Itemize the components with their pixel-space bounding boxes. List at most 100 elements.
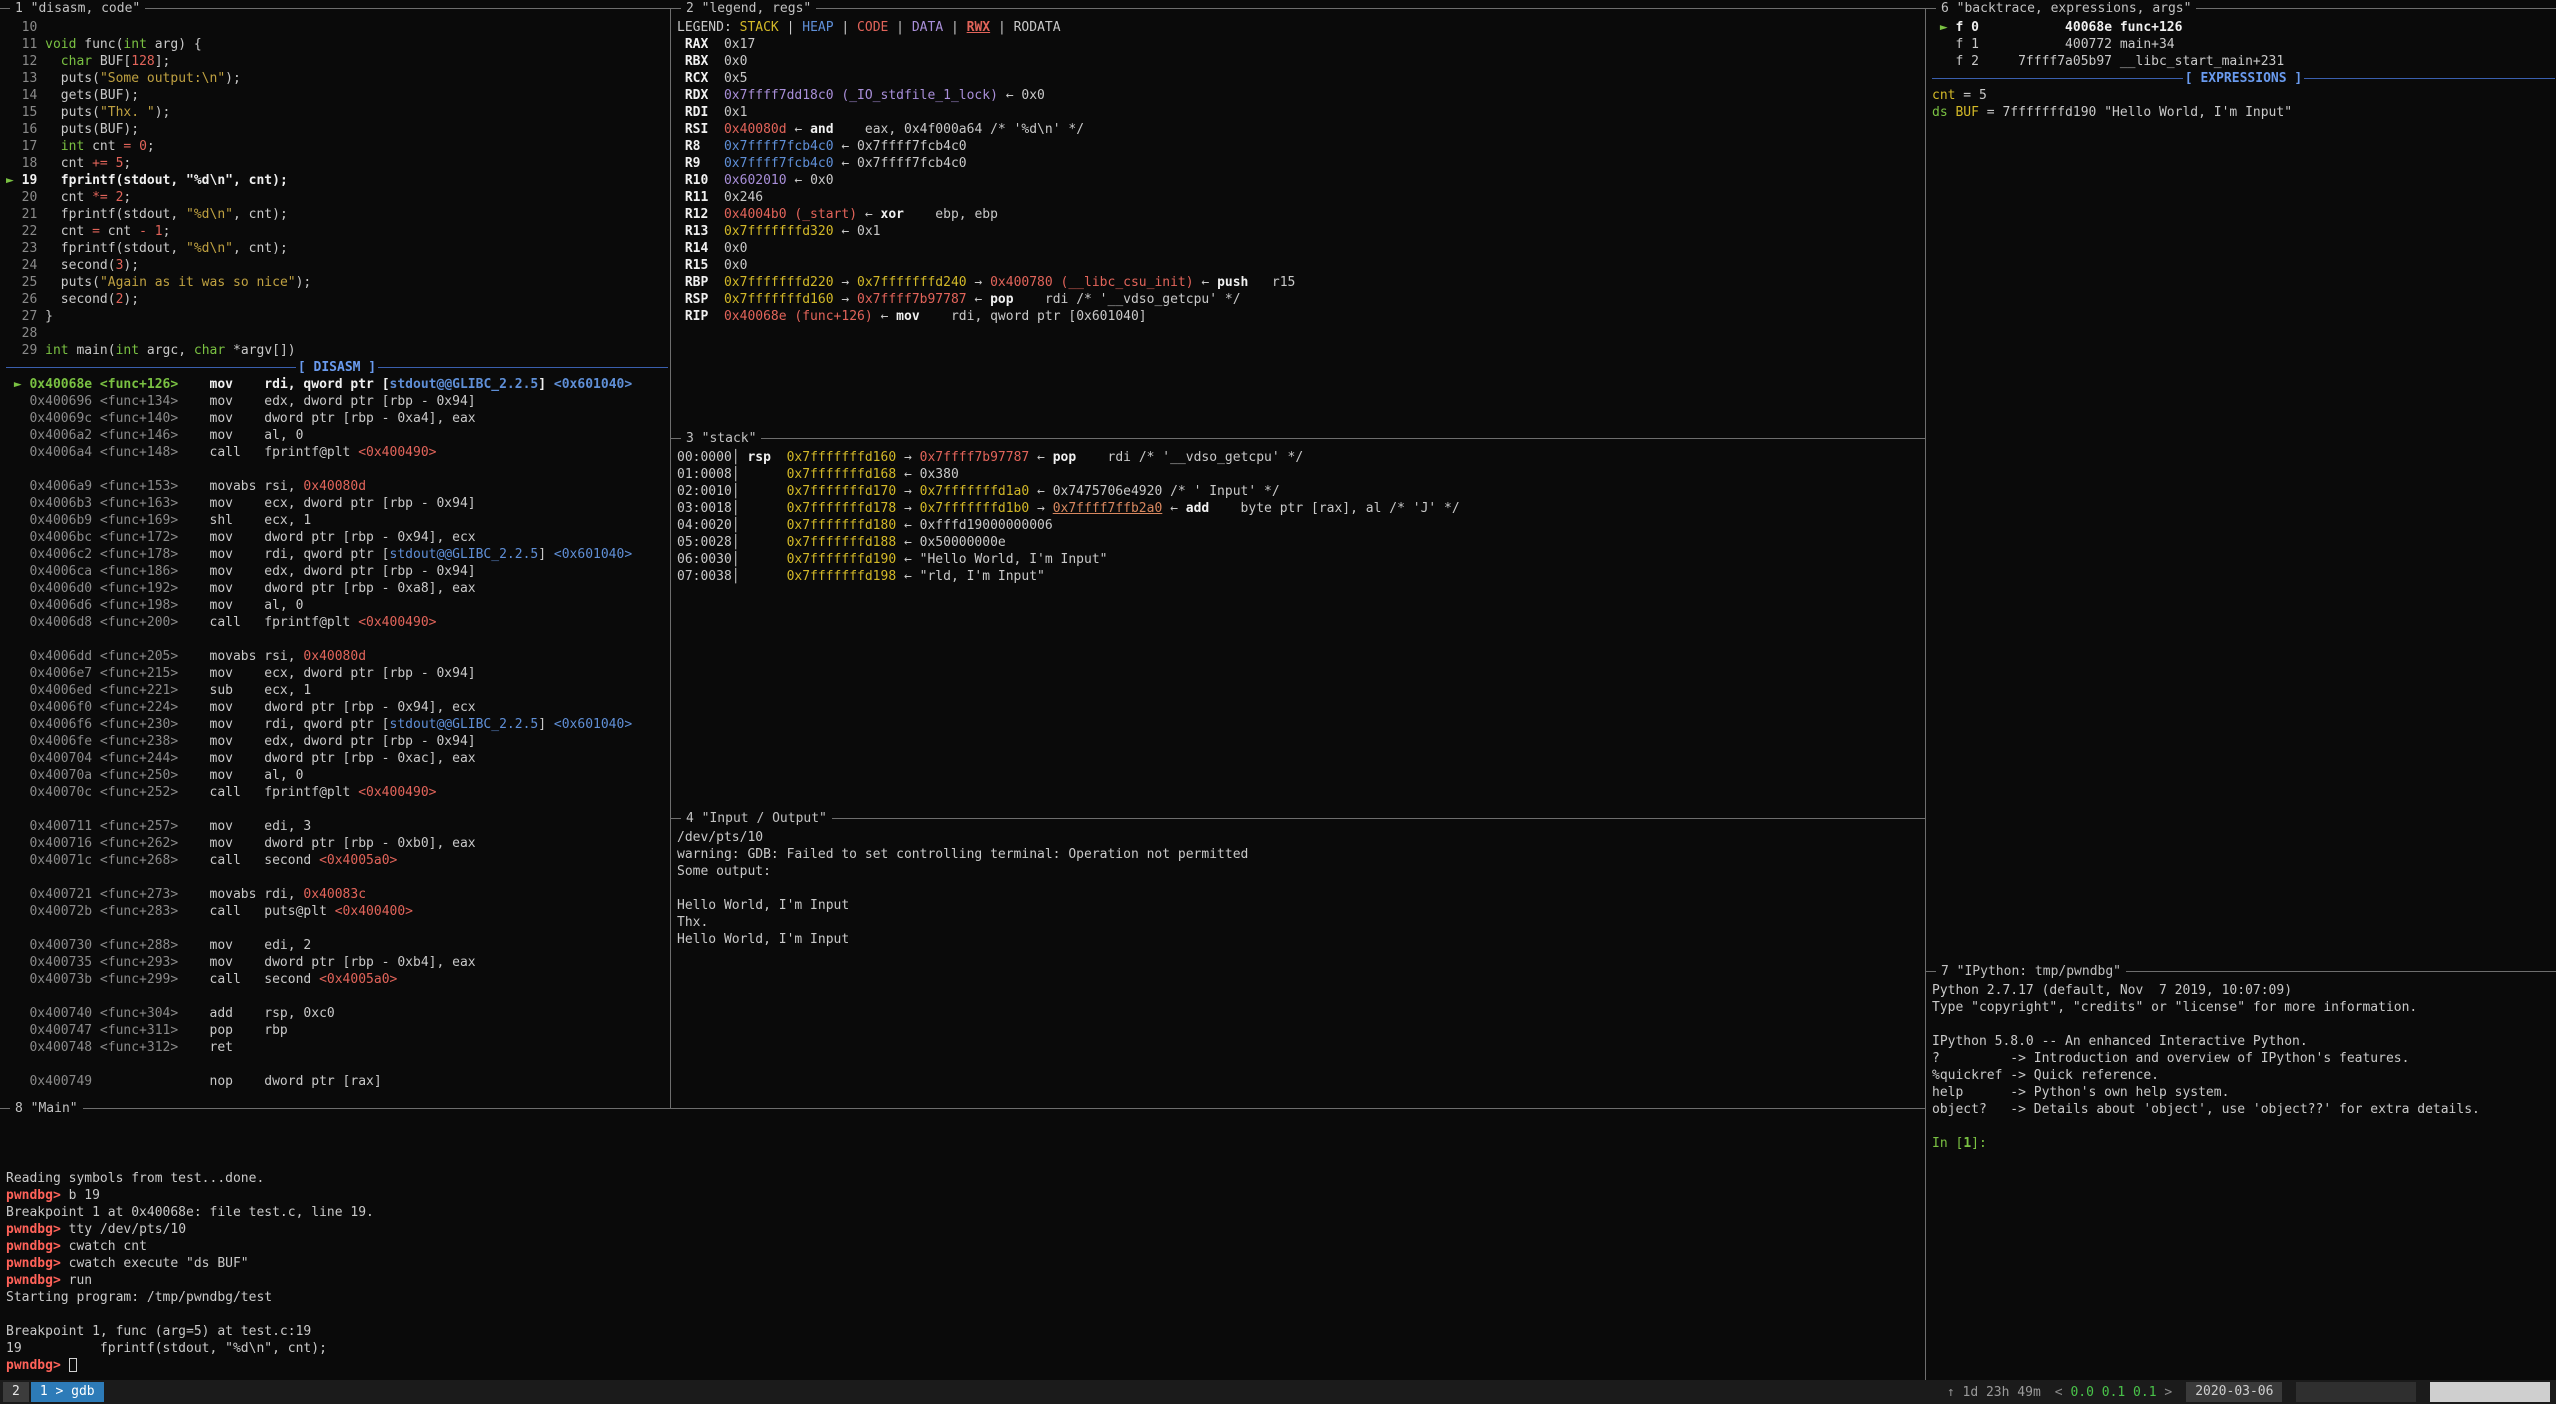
status-time: ◷ 10:24	[2296, 1382, 2416, 1402]
terminal-line: 28	[6, 325, 668, 342]
pane-input-output[interactable]: /dev/pts/10warning: GDB: Failed to set c…	[671, 827, 1924, 1100]
terminal-line: cnt = 5	[1932, 87, 2555, 104]
terminal-line: ds BUF = 7fffffffd190 "Hello World, I'm …	[1932, 104, 2555, 121]
terminal-line: R15 0x0	[677, 257, 1924, 274]
terminal-line: 0x400735 <func+293> mov dword ptr [rbp -…	[6, 954, 668, 971]
terminal-line: 14 gets(BUF);	[6, 87, 668, 104]
terminal-line: 00:0000│ rsp 0x7fffffffd160 → 0x7ffff7b9…	[677, 449, 1924, 466]
terminal-line: 0x40070c <func+252> call fprintf@plt <0x…	[6, 784, 668, 801]
terminal-line: 0x4006a4 <func+148> call fprintf@plt <0x…	[6, 444, 668, 461]
terminal-line: 07:0038│ 0x7fffffffd198 ← "rld, I'm Inpu…	[677, 568, 1924, 585]
terminal-line: Hello World, I'm Input	[677, 931, 1924, 948]
session-badge[interactable]: 2	[3, 1382, 29, 1402]
terminal-line: R13 0x7fffffffd320 ← 0x1	[677, 223, 1924, 240]
terminal-line: 0x400721 <func+273> movabs rdi, 0x40083c	[6, 886, 668, 903]
terminal-line: 0x400748 <func+312> ret	[6, 1039, 668, 1056]
terminal-line: 19 fprintf(stdout, "%d\n", cnt);	[6, 1340, 1924, 1357]
terminal-line: 0x400711 <func+257> mov edi, 3	[6, 818, 668, 835]
pane-ipython[interactable]: Python 2.7.17 (default, Nov 7 2019, 10:0…	[1926, 980, 2555, 1380]
terminal-line	[6, 1306, 1924, 1323]
terminal-line: 03:0018│ 0x7fffffffd178 → 0x7fffffffd1b0…	[677, 500, 1924, 517]
terminal-line: 17 int cnt = 0;	[6, 138, 668, 155]
terminal-line: R14 0x0	[677, 240, 1924, 257]
terminal-line: 11 void func(int arg) {	[6, 36, 668, 53]
terminal-line: Some output:	[677, 863, 1924, 880]
terminal-line: 01:0008│ 0x7fffffffd168 ← 0x380	[677, 466, 1924, 483]
terminal-line: 20 cnt *= 2;	[6, 189, 668, 206]
load-values: 0.0 0.1 0.1	[2070, 1385, 2156, 1400]
terminal-line: Hello World, I'm Input	[677, 897, 1924, 914]
terminal-line	[6, 869, 668, 886]
pane-main-gdb[interactable]: Reading symbols from test...done. pwndbg>…	[0, 1117, 1924, 1380]
terminal-line: help -> Python's own help system.	[1932, 1084, 2555, 1101]
border-left-mid[interactable]	[670, 8, 671, 1108]
pane-legend-regs[interactable]: LEGEND: STACK | HEAP | CODE | DATA | RWX…	[671, 17, 1924, 430]
terminal-line: ► 19 fprintf(stdout, "%d\n", cnt);	[6, 172, 668, 189]
terminal-line	[1932, 1118, 2555, 1135]
terminal-line: 02:0010│ 0x7fffffffd170 → 0x7fffffffd1a0…	[677, 483, 1924, 500]
terminal-line: R12 0x4004b0 (_start) ← xor ebp, ebp	[677, 206, 1924, 223]
pane-title-legend-regs: 2 "legend, regs"	[681, 0, 816, 17]
terminal-line: 0x4006f0 <func+224> mov dword ptr [rbp -…	[6, 699, 668, 716]
tmux-status-bar: 2 1 > gdb ↑ 1d 23h 49m < 0.0 0.1 0.1 > 2…	[0, 1380, 2556, 1404]
terminal-line: 29 int main(int argc, char *argv[])	[6, 342, 668, 359]
terminal-line	[6, 1153, 1924, 1170]
terminal-line: Type "copyright", "credits" or "license"…	[1932, 999, 2555, 1016]
terminal-line: 0x4006ca <func+186> mov edx, dword ptr […	[6, 563, 668, 580]
terminal-line: Reading symbols from test...done.	[6, 1170, 1924, 1187]
terminal-line: 0x4006d8 <func+200> call fprintf@plt <0x…	[6, 614, 668, 631]
border-main-top[interactable]	[0, 1108, 1925, 1109]
terminal-line: R8 0x7ffff7fcb4c0 ← 0x7ffff7fcb4c0	[677, 138, 1924, 155]
terminal-line: 0x400749 nop dword ptr [rax]	[6, 1073, 668, 1090]
terminal-line: 0x4006d0 <func+192> mov dword ptr [rbp -…	[6, 580, 668, 597]
terminal-line: pwndbg>	[6, 1357, 1924, 1374]
terminal-line: 0x400730 <func+288> mov edi, 2	[6, 937, 668, 954]
terminal-line: ? -> Introduction and overview of IPytho…	[1932, 1050, 2555, 1067]
terminal-line: 16 puts(BUF);	[6, 121, 668, 138]
terminal-line: RBX 0x0	[677, 53, 1924, 70]
terminal-line: 0x40072b <func+283> call puts@plt <0x400…	[6, 903, 668, 920]
terminal-line: R10 0x602010 ← 0x0	[677, 172, 1924, 189]
terminal-line	[6, 631, 668, 648]
terminal-line: 0x4006b9 <func+169> shl ecx, 1	[6, 512, 668, 529]
terminal-line: RSI 0x40080d ← and eax, 0x4f000a64 /* '%…	[677, 121, 1924, 138]
terminal-line: 21 fprintf(stdout, "%d\n", cnt);	[6, 206, 668, 223]
border-mid-right[interactable]	[1925, 8, 1926, 1380]
window-tab-gdb[interactable]: 1 > gdb	[31, 1382, 104, 1402]
load-average: < 0.0 0.1 0.1 >	[2055, 1385, 2172, 1400]
pane-disasm-code[interactable]: 10 11 void func(int arg) { 12 char BUF[1…	[0, 17, 668, 1100]
terminal-line: 0x40071c <func+268> call second <0x4005a…	[6, 852, 668, 869]
terminal-line	[6, 1119, 1924, 1136]
terminal-line: RIP 0x40068e (func+126) ← mov rdi, qword…	[677, 308, 1924, 325]
terminal-line	[6, 461, 668, 478]
terminal-line: 0x400704 <func+244> mov dword ptr [rbp -…	[6, 750, 668, 767]
terminal-line: LEGEND: STACK | HEAP | CODE | DATA | RWX…	[677, 19, 1924, 36]
section-divider: [ DISASM ]	[6, 359, 668, 376]
border-regs-stack[interactable]	[671, 438, 1925, 439]
terminal-line: 0x4006bc <func+172> mov dword ptr [rbp -…	[6, 529, 668, 546]
pane-backtrace-expressions-args[interactable]: ► f 0 40068e func+126 f 1 400772 main+34…	[1926, 17, 2555, 963]
terminal-line: 0x4006dd <func+205> movabs rsi, 0x40080d	[6, 648, 668, 665]
terminal-line: R9 0x7ffff7fcb4c0 ← 0x7ffff7fcb4c0	[677, 155, 1924, 172]
terminal-line: 04:0020│ 0x7fffffffd180 ← 0xfffd19000000…	[677, 517, 1924, 534]
terminal-line: 0x400696 <func+134> mov edx, dword ptr […	[6, 393, 668, 410]
terminal-line: 0x40073b <func+299> call second <0x4005a…	[6, 971, 668, 988]
pane-title-io: 4 "Input / Output"	[681, 810, 832, 827]
terminal-line: 26 second(2);	[6, 291, 668, 308]
terminal-line: f 2 7ffff7a05b97 __libc_start_main+231	[1932, 53, 2555, 70]
terminal-line: Thx.	[677, 914, 1924, 931]
terminal-line: 0x4006b3 <func+163> mov ecx, dword ptr […	[6, 495, 668, 512]
terminal-line: RSP 0x7fffffffd160 → 0x7ffff7b97787 ← po…	[677, 291, 1924, 308]
pane-title-disasm-code: 1 "disasm, code"	[10, 0, 145, 17]
tmux-terminal: 1 "disasm, code" 2 "legend, regs" 6 "bac…	[0, 0, 2556, 1404]
terminal-line: warning: GDB: Failed to set controlling …	[677, 846, 1924, 863]
terminal-line: 05:0028│ 0x7fffffffd188 ← 0x50000000e	[677, 534, 1924, 551]
terminal-line: pwndbg> tty /dev/pts/10	[6, 1221, 1924, 1238]
border-stack-io[interactable]	[671, 818, 1925, 819]
pane-title-backtrace: 6 "backtrace, expressions, args"	[1936, 0, 2196, 17]
terminal-line: Starting program: /tmp/pwndbg/test	[6, 1289, 1924, 1306]
terminal-line: IPython 5.8.0 -- An enhanced Interactive…	[1932, 1033, 2555, 1050]
terminal-line	[6, 1056, 668, 1073]
pane-title-main: 8 "Main"	[10, 1100, 83, 1117]
pane-stack[interactable]: 00:0000│ rsp 0x7fffffffd160 → 0x7ffff7b9…	[671, 447, 1924, 810]
